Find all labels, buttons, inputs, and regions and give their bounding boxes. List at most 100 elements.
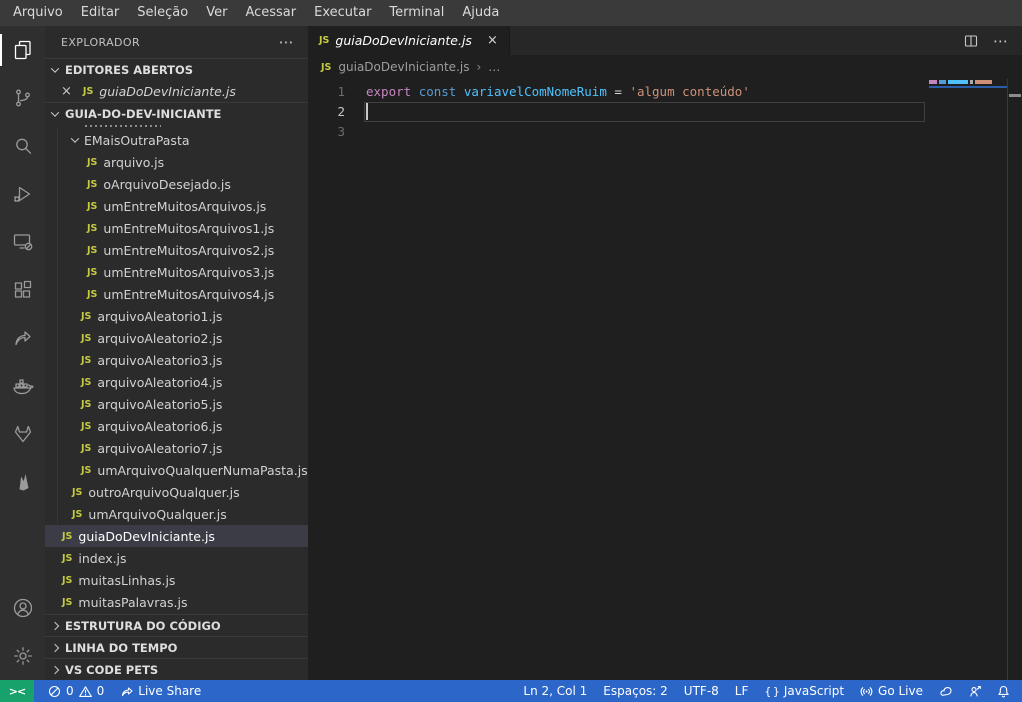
file-item-umEntreMuitosArquivos4.js[interactable]: JSumEntreMuitosArquivos4.js: [45, 283, 308, 305]
notifications-button[interactable]: [989, 680, 1018, 702]
remote-icon: ><: [9, 685, 25, 698]
file-item-arquivo.js[interactable]: JSarquivo.js: [45, 151, 308, 173]
status-bar: >< 0 0 Live Share Ln 2, Col 1 Espaços: 2: [0, 680, 1022, 702]
braces-icon: { }: [764, 685, 779, 698]
breadcrumb[interactable]: JS guiaDoDevIniciante.js › …: [308, 55, 1022, 79]
chevron-down-icon: [51, 64, 59, 72]
file-item-umEntreMuitosArquivos.js[interactable]: JSumEntreMuitosArquivos.js: [45, 195, 308, 217]
activity-settings[interactable]: [0, 632, 45, 680]
go-live-button[interactable]: Go Live: [852, 680, 931, 702]
section-open-editors[interactable]: EDITORES ABERTOS: [45, 58, 308, 80]
editor-more-actions-icon[interactable]: ⋯: [993, 32, 1008, 50]
docker-icon: [11, 374, 35, 398]
item-label: EMaisOutraPasta: [84, 133, 190, 148]
item-label: arquivoAleatorio3.js: [97, 353, 222, 368]
views-more-actions-icon[interactable]: ⋯: [279, 33, 294, 51]
section-project-header[interactable]: GUIA-DO-DEV-INICIANTE: [45, 102, 308, 124]
gitlab-icon: [11, 422, 35, 446]
activity-accounts[interactable]: [0, 584, 45, 632]
activity-extensions[interactable]: [0, 266, 45, 314]
js-file-icon: JS: [83, 86, 93, 97]
item-label: umEntreMuitosArquivos1.js: [103, 221, 274, 236]
person-button[interactable]: [960, 680, 989, 702]
language-mode[interactable]: { } JavaScript: [756, 680, 852, 702]
split-editor-icon[interactable]: [963, 33, 979, 49]
indentation[interactable]: Espaços: 2: [595, 680, 676, 702]
file-item-umEntreMuitosArquivos3.js[interactable]: JSumEntreMuitosArquivos3.js: [45, 261, 308, 283]
item-label: umEntreMuitosArquivos3.js: [103, 265, 274, 280]
minimap[interactable]: [929, 79, 1007, 88]
item-label: arquivoAleatorio5.js: [97, 397, 222, 412]
file-item-arquivoAleatorio7.js[interactable]: JSarquivoAleatorio7.js: [45, 437, 308, 459]
activity-bar: [0, 26, 45, 680]
file-item-arquivoAleatorio1.js[interactable]: JSarquivoAleatorio1.js: [45, 305, 308, 327]
section-vs-code-pets[interactable]: VS CODE PETS: [45, 658, 308, 680]
activity-gitlab[interactable]: [0, 410, 45, 458]
pets-button[interactable]: [931, 680, 960, 702]
item-label: umEntreMuitosArquivos.js: [103, 199, 266, 214]
file-item-arquivoAleatorio4.js[interactable]: JSarquivoAleatorio4.js: [45, 371, 308, 393]
section-linha-do-tempo[interactable]: LINHA DO TEMPO: [45, 636, 308, 658]
file-item-index.js[interactable]: JSindex.js: [45, 547, 308, 569]
breadcrumb-file[interactable]: guiaDoDevIniciante.js: [338, 60, 469, 74]
file-item-arquivoAleatorio2.js[interactable]: JSarquivoAleatorio2.js: [45, 327, 308, 349]
js-file-icon: JS: [81, 377, 91, 388]
extensions-icon: [11, 278, 35, 302]
file-item-arquivoAleatorio3.js[interactable]: JSarquivoAleatorio3.js: [45, 349, 308, 371]
files-icon: [11, 38, 35, 62]
source-control-icon: [11, 86, 35, 110]
folder-item-EMaisOutraPasta[interactable]: EMaisOutraPasta: [45, 129, 308, 151]
file-item-arquivoAleatorio6.js[interactable]: JSarquivoAleatorio6.js: [45, 415, 308, 437]
activity-live-share[interactable]: [0, 314, 45, 362]
chevron-right-icon: ›: [476, 60, 481, 74]
menu-seleção[interactable]: Seleção: [128, 0, 197, 26]
item-label: muitasLinhas.js: [78, 573, 175, 588]
open-editor-item[interactable]: × JS guiaDoDevIniciante.js: [45, 80, 308, 102]
section-estrutura-do-código[interactable]: ESTRUTURA DO CÓDIGO: [45, 614, 308, 636]
activity-search[interactable]: [0, 122, 45, 170]
activity-docker[interactable]: [0, 362, 45, 410]
menu-editar[interactable]: Editar: [72, 0, 129, 26]
overview-ruler-border: [1007, 79, 1008, 680]
file-item-umEntreMuitosArquivos1.js[interactable]: JSumEntreMuitosArquivos1.js: [45, 217, 308, 239]
line-number: 1: [308, 82, 358, 102]
item-label: arquivo.js: [103, 155, 164, 170]
menu-ajuda[interactable]: Ajuda: [453, 0, 508, 26]
close-tab-icon[interactable]: ×: [487, 33, 498, 48]
editor-code[interactable]: 123 export const variavelComNomeRuim = '…: [308, 79, 1022, 680]
activity-source-control[interactable]: [0, 74, 45, 122]
file-item-umEntreMuitosArquivos2.js[interactable]: JSumEntreMuitosArquivos2.js: [45, 239, 308, 261]
cursor-position[interactable]: Ln 2, Col 1: [515, 680, 595, 702]
menu-acessar[interactable]: Acessar: [236, 0, 305, 26]
sidebar-title: EXPLORADOR: [61, 36, 140, 49]
close-icon[interactable]: ×: [61, 84, 72, 99]
remote-indicator[interactable]: ><: [0, 680, 34, 702]
file-item-umArquivoQualquerNumaPasta.js[interactable]: JSumArquivoQualquerNumaPasta.js: [45, 459, 308, 481]
run-debug-icon: [11, 182, 35, 206]
problems-indicator[interactable]: 0 0: [40, 680, 112, 702]
encoding[interactable]: UTF-8: [676, 680, 727, 702]
activity-explorer[interactable]: [0, 26, 45, 74]
chevron-right-icon: [51, 621, 59, 629]
code-line: [366, 122, 922, 142]
menu-executar[interactable]: Executar: [305, 0, 380, 26]
file-item-muitasLinhas.js[interactable]: JSmuitasLinhas.js: [45, 569, 308, 591]
activity-run-debug[interactable]: [0, 170, 45, 218]
menu-ver[interactable]: Ver: [197, 0, 236, 26]
file-item-guiaDoDevIniciante.js[interactable]: JSguiaDoDevIniciante.js: [45, 525, 308, 547]
live-share-button[interactable]: Live Share: [112, 680, 209, 702]
eol-sequence[interactable]: LF: [727, 680, 757, 702]
menu-terminal[interactable]: Terminal: [380, 0, 453, 26]
js-file-icon: JS: [321, 62, 331, 73]
activity-remote-explorer[interactable]: [0, 218, 45, 266]
item-label: umArquivoQualquer.js: [88, 507, 226, 522]
breadcrumb-more[interactable]: …: [488, 60, 500, 74]
file-item-umArquivoQualquer.js[interactable]: JSumArquivoQualquer.js: [45, 503, 308, 525]
activity-firebase[interactable]: [0, 458, 45, 506]
tab-guiaDoDevIniciante[interactable]: JS guiaDoDevIniciante.js ×: [308, 26, 510, 55]
file-item-outroArquivoQualquer.js[interactable]: JSoutroArquivoQualquer.js: [45, 481, 308, 503]
file-item-arquivoAleatorio5.js[interactable]: JSarquivoAleatorio5.js: [45, 393, 308, 415]
file-item-muitasPalavras.js[interactable]: JSmuitasPalavras.js: [45, 591, 308, 613]
file-item-oArquivoDesejado.js[interactable]: JSoArquivoDesejado.js: [45, 173, 308, 195]
menu-arquivo[interactable]: Arquivo: [4, 0, 72, 26]
